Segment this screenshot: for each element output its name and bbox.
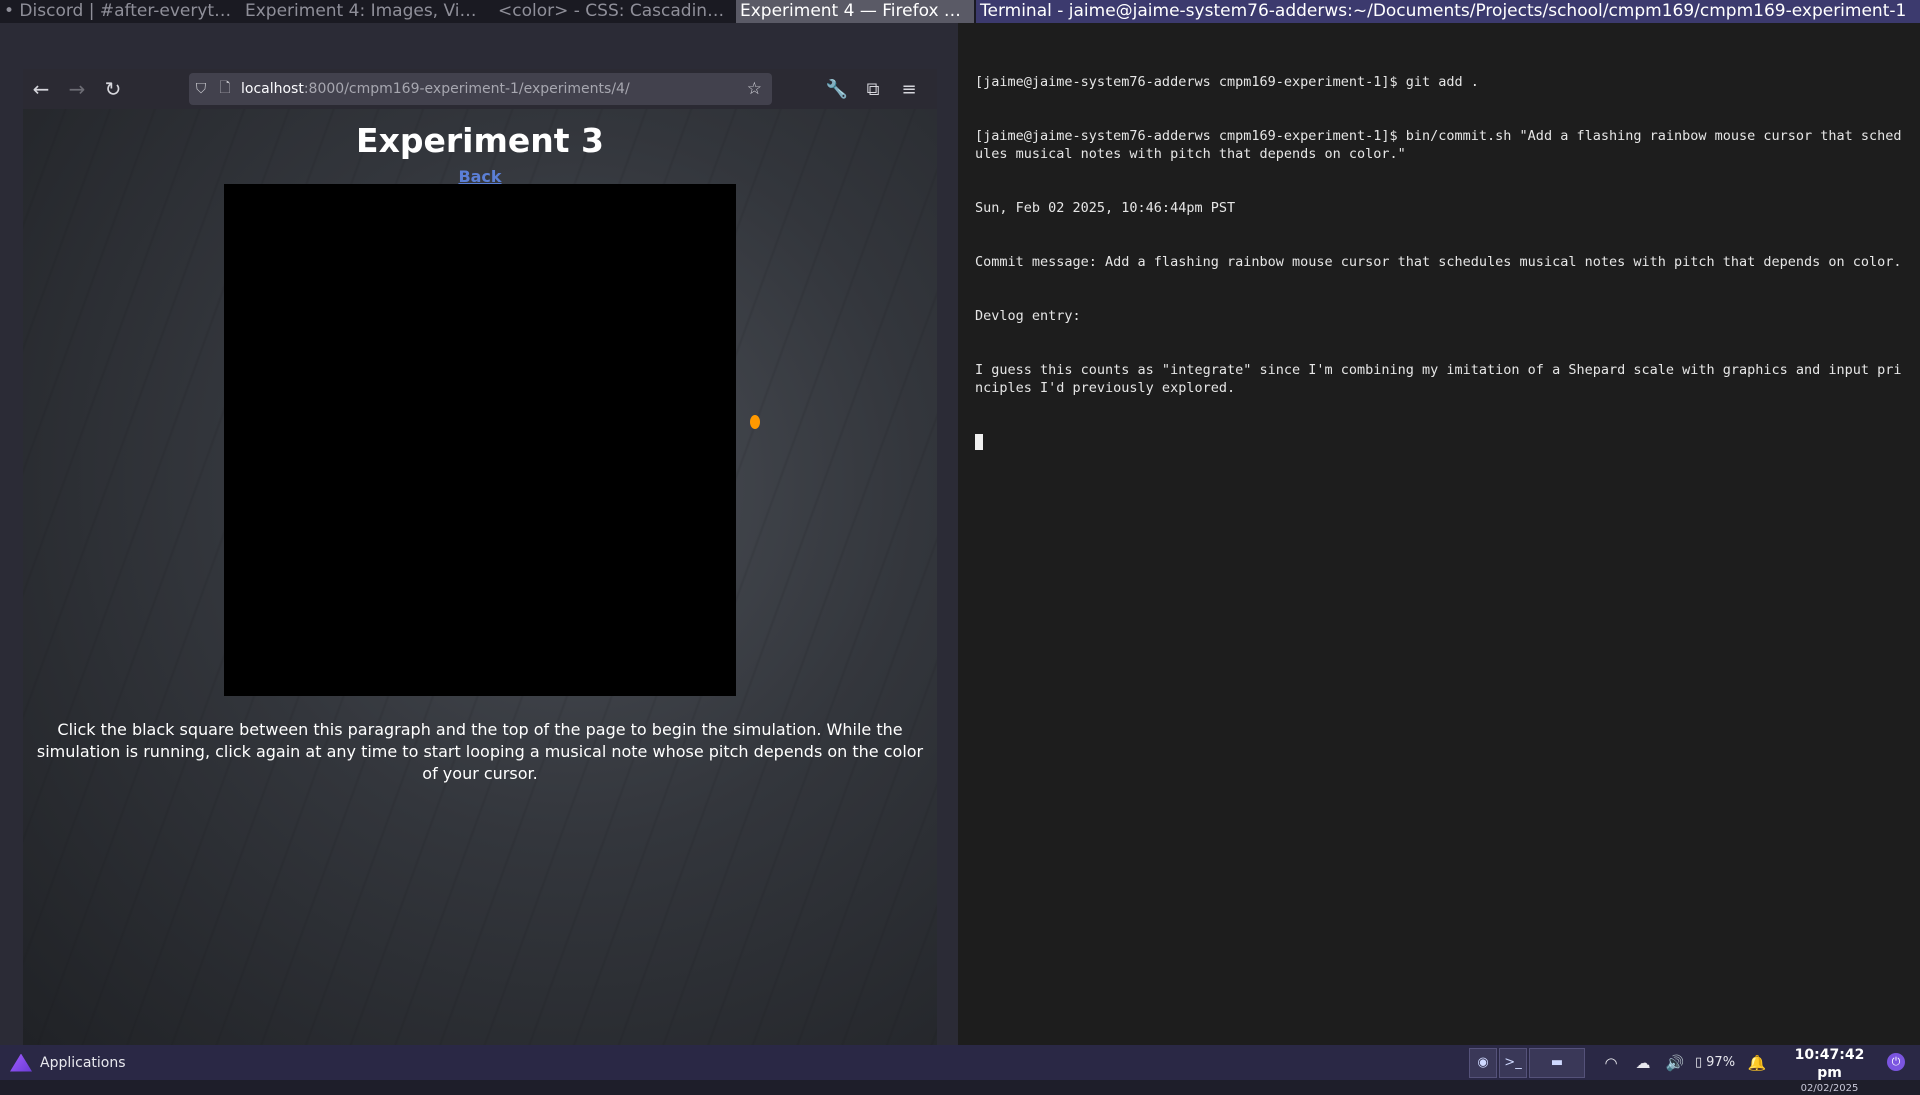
network-icon[interactable]: ☁ xyxy=(1627,1054,1659,1072)
page-title: Experiment 3 xyxy=(356,121,604,160)
simulation-canvas[interactable] xyxy=(224,184,736,696)
rainbow-cursor xyxy=(750,415,760,429)
power-icon[interactable]: ⏻ xyxy=(1887,1053,1905,1071)
terminal-cursor xyxy=(975,434,983,450)
firefox-window: ← → ↻ ⛉ 🗋 localhost:8000/cmpm169-experim… xyxy=(23,69,937,1046)
app-launcher-icon xyxy=(10,1053,32,1072)
window-tab-experiment4-images[interactable]: Experiment 4: Images, Vid... xyxy=(241,0,484,23)
applications-menu-button[interactable]: Applications xyxy=(0,1053,126,1072)
window-tab-terminal[interactable]: Terminal - jaime@jaime-system76-adderws:… xyxy=(976,0,1920,23)
reload-icon[interactable]: ↻ xyxy=(95,71,131,107)
applications-label: Applications xyxy=(40,1054,126,1071)
window-tab-discord[interactable]: • Discord | #after-everythin... xyxy=(0,0,238,23)
terminal-line: Commit message: Add a flashing rainbow m… xyxy=(975,254,1902,270)
menu-icon[interactable]: ≡ xyxy=(891,71,927,107)
browser-toolbar: ← → ↻ ⛉ 🗋 localhost:8000/cmpm169-experim… xyxy=(23,69,937,109)
terminal-line: Devlog entry: xyxy=(975,308,1081,324)
terminal-line: Sun, Feb 02 2025, 10:46:44pm PST xyxy=(975,200,1236,216)
system-tray: ◉ >_ ▬ ◠ ☁ 🔊 ▯ 97% 🔔 xyxy=(1469,1045,1773,1080)
toolbar-right-icons: 🔧 ⧉ ≡ xyxy=(819,69,927,109)
battery-icon: ▯ xyxy=(1695,1055,1703,1070)
terminal-line: [jaime@jaime-system76-adderws cmpm169-ex… xyxy=(975,74,1479,90)
terminal-line: [jaime@jaime-system76-adderws cmpm169-ex… xyxy=(975,128,1902,162)
page-content: Experiment 3 Back Click the black square… xyxy=(23,109,937,1046)
bookmark-star-icon[interactable]: ☆ xyxy=(747,79,762,99)
url-text[interactable]: localhost:8000/cmpm169-experiment-1/expe… xyxy=(241,81,630,97)
url-host: localhost xyxy=(241,81,304,97)
clock-time: 10:47:42 pm xyxy=(1794,1047,1865,1081)
terminal-window[interactable]: [jaime@jaime-system76-adderws cmpm169-ex… xyxy=(958,23,1920,1045)
shield-icon[interactable]: ⛉ xyxy=(189,81,213,97)
window-tab-firefox-experiment4[interactable]: Experiment 4 — Firefox De... xyxy=(736,0,974,23)
url-path: :8000/cmpm169-experiment-1/experiments/4… xyxy=(303,81,630,97)
battery-indicator[interactable]: ▯ 97% xyxy=(1695,1055,1735,1070)
back-arrow-icon[interactable]: ← xyxy=(23,71,59,107)
firefox-task-icon[interactable]: ◉ xyxy=(1469,1047,1497,1078)
bottom-panel: Applications ◉ >_ ▬ ◠ ☁ 🔊 ▯ 97% 🔔 10:47:… xyxy=(0,1045,1920,1094)
clock-date: 02/02/2025 xyxy=(1800,1083,1859,1094)
window-titlebar: • Discord | #after-everythin... Experime… xyxy=(0,0,1920,23)
clock[interactable]: 10:47:42 pm 02/02/2025 xyxy=(1782,1046,1877,1095)
instructions-paragraph: Click the black square between this para… xyxy=(36,720,924,783)
terminal-task-icon[interactable]: >_ xyxy=(1499,1047,1527,1078)
battery-percent: 97% xyxy=(1706,1055,1736,1070)
wifi-icon[interactable]: ◠ xyxy=(1595,1054,1627,1072)
firefox-frame: ← → ↻ ⛉ 🗋 localhost:8000/cmpm169-experim… xyxy=(0,23,958,1046)
terminal-line: I guess this counts as "integrate" since… xyxy=(975,362,1902,396)
file-manager-task-icon[interactable]: ▬ xyxy=(1529,1047,1585,1078)
forward-arrow-icon[interactable]: → xyxy=(59,71,95,107)
notification-bell-icon[interactable]: 🔔 xyxy=(1741,1054,1773,1072)
volume-icon[interactable]: 🔊 xyxy=(1659,1054,1691,1072)
terminal-output: [jaime@jaime-system76-adderws cmpm169-ex… xyxy=(975,37,1905,487)
extensions-icon[interactable]: ⧉ xyxy=(855,71,891,107)
window-tab-css-color[interactable]: <color> - CSS: Cascading S... xyxy=(494,0,732,23)
page-info-icon[interactable]: 🗋 xyxy=(213,77,237,101)
url-bar[interactable]: ⛉ 🗋 localhost:8000/cmpm169-experiment-1/… xyxy=(189,73,772,105)
wrench-icon[interactable]: 🔧 xyxy=(819,71,855,107)
